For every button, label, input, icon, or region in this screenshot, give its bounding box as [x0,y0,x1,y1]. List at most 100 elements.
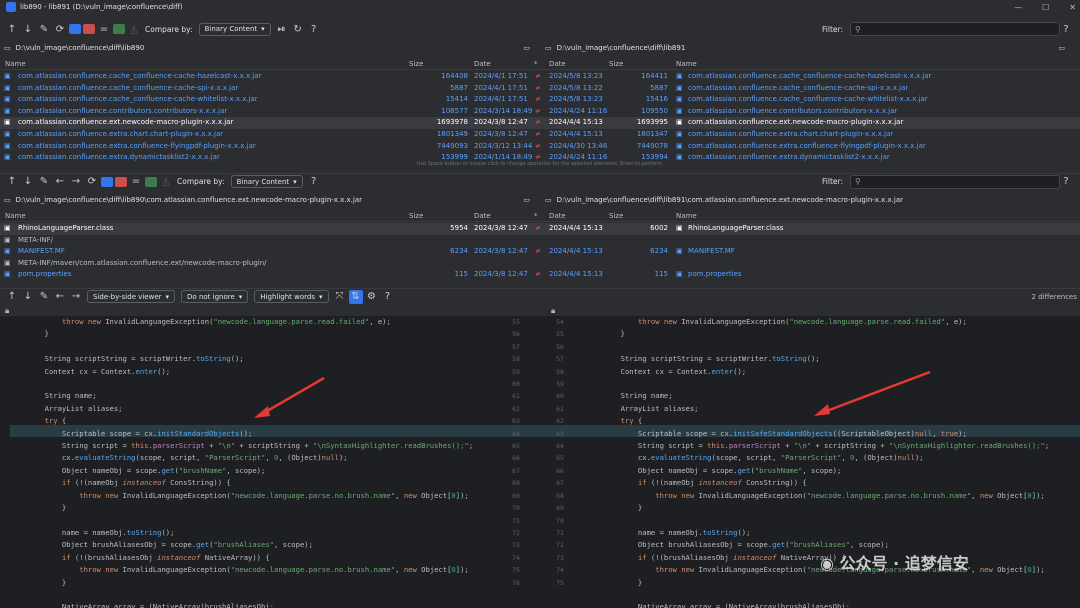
filter-icon[interactable]: ⏃ [159,175,173,189]
table-row[interactable]: ▣ com.atlassian.confluence.cache_confluen… [0,94,1080,106]
col-date-right[interactable]: Date [549,212,566,220]
table-row[interactable]: ▣ com.atlassian.confluence.extra.chart.ch… [0,129,1080,141]
edit-icon[interactable]: ✎ [37,22,51,36]
chevron-down-icon: ▾ [238,292,243,301]
show-diff-icon[interactable] [83,24,95,34]
col-size[interactable]: Size [409,60,423,68]
ignore-dropdown[interactable]: Do not ignore ▾ [181,290,249,303]
filter-input[interactable]: ⚲ [850,174,1060,189]
left-name: META-INF/ [18,235,54,244]
arrow-down-icon[interactable]: ↓ [21,22,35,36]
left-size: 6234 [450,247,468,256]
open-folder-icon[interactable]: ▭ [523,196,530,204]
edit-icon[interactable]: ✎ [37,290,51,304]
col-date-right[interactable]: Date [549,60,566,68]
right-size: 15416 [645,95,668,104]
file-icon: ▣ [4,95,11,104]
forward-icon[interactable]: → [69,175,83,189]
search-icon: ⚲ [855,177,861,186]
line-number: 67 [512,466,520,475]
right-date: 2024/4/24 11:16 [549,106,608,115]
forward-icon[interactable]: → [69,290,83,304]
arrow-up-icon[interactable]: ↑ [5,175,19,189]
file-icon: ▣ [4,130,11,138]
left-code-pane[interactable]: throw new InvalidLanguageException("newc… [0,316,494,608]
table-row[interactable]: ▣ RhinoLanguageParser.class 5954 2024/3/8 1… [0,223,1080,235]
table-row[interactable]: ▣ MANIFEST.MF 6234 2024/3/8 12:47 ≠ 2024/4/4 … [0,246,1080,258]
reload-icon[interactable]: ↻ [291,22,305,36]
right-date: 2024/4/4 15:13 [549,247,603,256]
help-circle-icon[interactable]: ? [1059,22,1073,36]
help-icon[interactable]: ? [307,22,321,36]
minimize-button[interactable]: — [1014,3,1022,12]
col-size-right[interactable]: Size [609,212,623,220]
show-equal-icon[interactable]: = [97,22,111,36]
arrow-down-icon[interactable]: ↓ [21,175,35,189]
table-row[interactable]: ▣ com.atlassian.confluence.cache_confluen… [0,71,1080,83]
col-date[interactable]: Date [474,60,491,68]
line-number: 57 [512,342,520,351]
arrow-down-icon[interactable]: ↓ [21,290,35,304]
left-name: META-INF/maven/com.atlassian.confluence.… [18,258,267,267]
left-date: 2024/3/12 13:44 [474,141,533,150]
back-icon[interactable]: ← [53,290,67,304]
settings-icon[interactable]: ⚙ [365,290,379,304]
show-left-icon[interactable] [145,176,157,187]
col-name-right[interactable]: Name [676,212,697,220]
back-icon[interactable]: ← [53,175,67,189]
diff-icon: ≠ [535,72,541,80]
col-name[interactable]: Name [5,60,26,68]
table-row[interactable]: ▣ pom.properties 115 2024/3/8 12:47 ≠ 2024/4/… [0,269,1080,281]
refresh-icon[interactable]: ⟳ [53,22,67,36]
table-row[interactable]: ▣ META-INF/ [0,235,1080,247]
file-icon: ▣ [676,224,683,232]
diff-icon: ≠ [535,118,541,127]
sync-scroll-icon[interactable]: ⇅ [348,289,363,304]
left-path-bar: ▭ D:\vuln_image\confluence\diff\lib890 ▭ [4,41,530,55]
refresh-icon[interactable]: ⟳ [85,175,99,189]
close-button[interactable]: ✕ [1069,3,1076,12]
table-row[interactable]: ▣ META-INF/maven/com.atlassian.confluence… [0,258,1080,270]
show-new-icon[interactable] [69,24,81,34]
show-left-icon[interactable] [113,24,125,34]
show-diff-icon[interactable] [115,176,127,187]
table-row[interactable]: ▣ com.atlassian.confluence.cache_confluen… [0,83,1080,95]
diff-icon: ≠ [535,95,541,104]
table-row[interactable]: ▣ com.atlassian.confluence.extra.confluen… [0,141,1080,153]
help-icon[interactable]: ? [307,175,321,189]
left-name: com.atlassian.confluence.extra.dynamicta… [18,153,220,162]
show-equal-icon[interactable]: = [129,175,143,189]
search-icon: ⚲ [855,24,861,34]
table-row[interactable]: ▣ com.atlassian.confluence.contributors.c… [0,106,1080,118]
col-size-right[interactable]: Size [609,60,623,68]
edit-icon[interactable]: ✎ [37,175,51,189]
help-circle-icon[interactable]: ? [1059,175,1073,189]
compare-by-dropdown[interactable]: Binary Content ▾ [230,175,303,188]
left-code[interactable]: throw new InvalidLanguageException("newc… [10,316,473,608]
compare-by-dropdown[interactable]: Binary Content ▾ [198,22,271,36]
arrow-up-icon[interactable]: ↑ [5,22,19,36]
annotation-arrow-right [814,370,931,416]
col-name[interactable]: Name [5,212,26,220]
sync-icon[interactable]: ⏯ [275,22,289,36]
col-date[interactable]: Date [474,212,491,220]
show-new-icon[interactable] [101,176,113,187]
table-row[interactable]: ▣ com.atlassian.confluence.ext.newcode-ma… [0,117,1080,129]
open-folder-icon[interactable]: ▭ [523,44,530,52]
filter-input[interactable]: ⚲ [850,22,1060,36]
viewer-dropdown[interactable]: Side-by-side viewer ▾ [87,290,176,303]
col-size[interactable]: Size [409,212,423,220]
arrow-up-icon[interactable]: ↑ [5,290,19,304]
filter-icon[interactable]: ⏃ [127,22,141,37]
collapse-icon[interactable]: ⤧ [333,290,347,304]
help-icon[interactable]: ? [381,290,395,304]
col-name-right[interactable]: Name [676,60,697,68]
left-size: 115 [454,270,468,279]
right-date: 2024/4/4 15:13 [549,270,603,279]
open-folder-icon[interactable]: ▭ [1058,44,1065,52]
right-size: 6234 [650,247,668,256]
highlight-dropdown[interactable]: Highlight words ▾ [254,290,329,303]
maximize-button[interactable]: ☐ [1042,3,1049,12]
file-icon: ▣ [676,72,683,80]
right-code[interactable]: throw new InvalidLanguageException("newc… [586,316,1049,608]
